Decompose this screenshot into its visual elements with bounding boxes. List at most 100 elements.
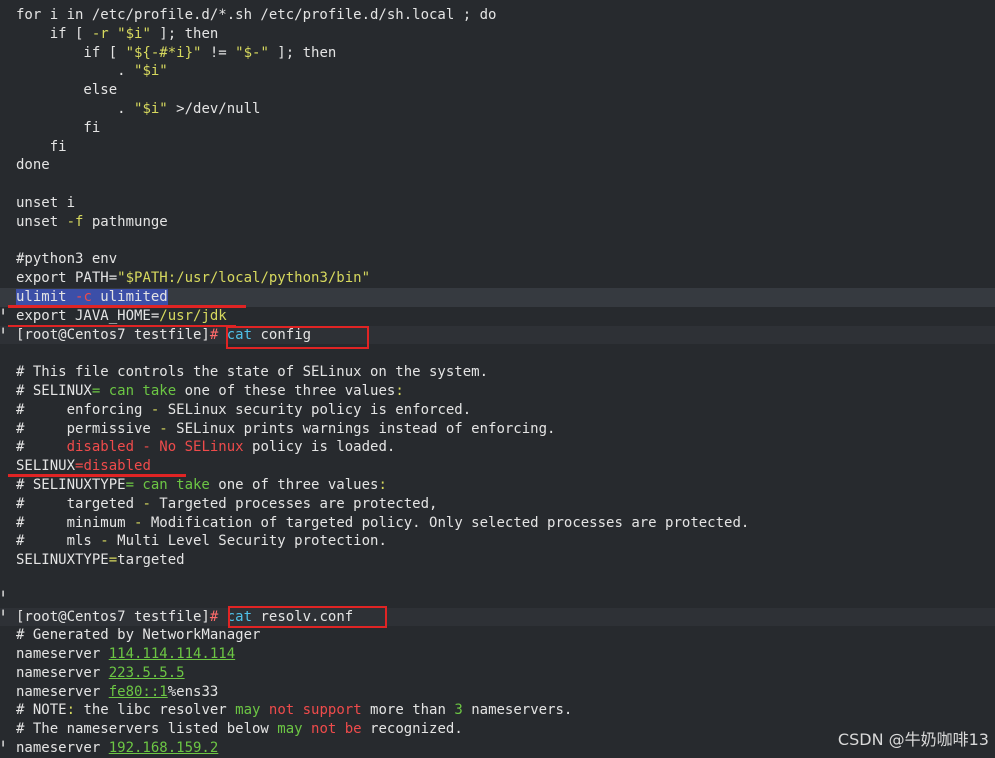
highlight-cat-config-command [226,326,369,349]
terminal-text: recognized. [361,721,463,738]
terminal-text: [root@Centos7 testfile] [16,608,210,625]
line-marker-icon: ╹ [0,591,7,603]
terminal-text: may [277,721,303,738]
terminal-text: # [16,439,67,456]
line-marker-icon: ╹ [0,610,7,622]
terminal-text: 3 [454,702,463,719]
terminal-line: nameserver fe80::1%ens33 [0,683,995,702]
terminal-text: not be [311,721,362,738]
underline-selinux-disabled [8,474,186,477]
terminal-line: fi [0,138,995,157]
terminal-text: "$i" [134,63,168,80]
terminal-text: - [159,420,168,437]
terminal-line: unset -f pathmunge [0,213,995,232]
terminal-text: 223.5.5.5 [108,664,185,681]
terminal-text: SELinux security policy is enforced. [159,401,472,418]
terminal-text: /usr/jdk [159,307,227,324]
terminal-text: "$i" [117,25,151,42]
terminal-text: # Generated by NetworkManager [16,627,261,644]
terminal-text: . [16,100,135,117]
line-marker-icon: ╹ [0,742,7,754]
terminal-text: != [201,44,236,61]
terminal-text: fe80::1 [108,683,168,700]
terminal-text: : [378,476,387,493]
terminal-line: # disabled - No SELinux policy is loaded… [0,438,995,457]
terminal-line: # permissive - SELinux prints warnings i… [0,420,995,439]
terminal-text: # NOTE [16,702,67,719]
terminal-text: : [395,382,404,399]
terminal-text: 192.168.159.2 [108,740,219,757]
terminal-output[interactable]: for i in /etc/profile.d/*.sh /etc/profil… [0,6,995,758]
line-marker-icon: ╹ [0,309,7,321]
terminal-text: >/dev/null [167,100,261,117]
terminal-text: else [16,82,118,99]
terminal-text: nameserver [16,664,109,681]
terminal-line: # targeted - Targeted processes are prot… [0,495,995,514]
terminal-text: fi [16,119,101,136]
highlight-cat-resolv-command [228,606,387,628]
terminal-line: if [ -r "$i" ]; then [0,25,995,44]
terminal-text: %ens33 [167,683,219,700]
terminal-text: = can take [91,382,177,399]
terminal-text: # permissive [16,420,160,437]
terminal-text: the libc resolver [75,702,236,719]
terminal-line: # SELINUXTYPE= can take one of three val… [0,476,995,495]
terminal-text: # targeted [16,495,143,512]
terminal-text: = can take [125,476,210,493]
terminal-text: # SELINUX [16,382,92,399]
terminal-line: # SELINUX= can take one of these three v… [0,382,995,401]
underline-java-home [8,325,236,327]
terminal-text: may [235,702,261,719]
terminal-text: SELINUX [16,458,76,475]
terminal-text: for i in /etc/profile.d/*.sh /etc/profil… [16,7,497,23]
terminal-text: : [66,702,76,719]
terminal-text: pathmunge [83,213,168,230]
terminal-text: =disabled [75,458,151,475]
terminal-text: - [142,495,151,512]
terminal-text: # SELINUXTYPE [16,476,126,493]
terminal-line: unset i [0,194,995,213]
terminal-line: nameserver 223.5.5.5 [0,664,995,683]
terminal-line: nameserver 114.114.114.114 [0,645,995,664]
terminal-line: for i in /etc/profile.d/*.sh /etc/profil… [0,6,995,25]
terminal-text: "$-" [235,44,269,61]
terminal-text: SELINUXTYPE [16,552,109,569]
line-marker-icon: ╹ [0,328,7,340]
terminal-line: ╹ export JAVA_HOME=/usr/jdk [0,307,995,326]
terminal-text: ]; then [150,25,219,42]
terminal-text: . [16,63,135,80]
terminal-text: unset i [16,194,76,211]
terminal-text: # This file controls the state of SELinu… [16,364,489,381]
terminal-text: policy is loaded. [243,439,396,456]
terminal-line: SELINUXTYPE=targeted [0,551,995,570]
terminal-text: nameserver [16,646,109,663]
terminal-line: ulimit -c ulimited [0,287,995,307]
terminal-text: one of three values [209,476,379,493]
terminal-text: more than [361,702,455,719]
terminal-text: targeted [117,552,185,569]
terminal-text: nameserver [16,683,109,700]
underline-ulimit [8,305,246,308]
terminal-text: # enforcing [16,401,151,418]
terminal-text: -r [91,25,109,42]
terminal-text: 114.114.114.114 [108,646,236,663]
terminal-text: #python3 env [16,251,118,268]
terminal-text: export PATH= [16,270,118,287]
terminal-line: fi [0,119,995,138]
terminal-prompt-line: ╹ [root@Centos7 testfile]# cat config [0,325,995,345]
terminal-text: "$i" [134,100,168,117]
terminal-text: Multi Level Security protection. [108,533,387,550]
terminal-text: ]; then [268,44,337,61]
terminal-text: -c [75,288,92,305]
terminal-text: Targeted processes are protected, [150,495,438,512]
terminal-line: if [ "${-#*i}" != "$-" ]; then [0,44,995,63]
terminal-text: fi [16,138,67,155]
terminal-text: # minimum [16,514,135,531]
terminal-line: # mls - Multi Level Security protection. [0,532,995,551]
